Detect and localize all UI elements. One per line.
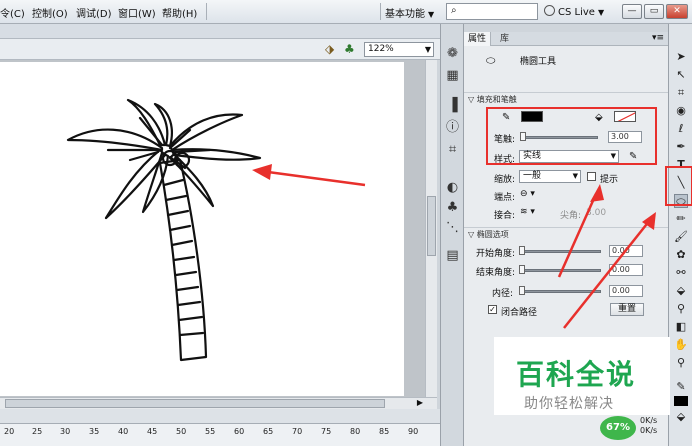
swatches-icon[interactable]: ▦ bbox=[445, 68, 460, 83]
tab-library[interactable]: 库 bbox=[496, 32, 513, 46]
close-button[interactable]: ✕ bbox=[666, 4, 688, 19]
timeline-strip bbox=[0, 409, 440, 423]
zoom-select[interactable]: 122% ▼ bbox=[364, 42, 434, 57]
zoom-value: 122% bbox=[368, 44, 394, 54]
info-icon[interactable]: ⓘ bbox=[445, 120, 460, 135]
ruler-label: 25 bbox=[32, 427, 43, 436]
selection-tool-icon[interactable]: ➤ bbox=[674, 50, 688, 64]
component-inspector-icon[interactable]: ♣ bbox=[445, 200, 460, 215]
search-icon: ⌕ bbox=[451, 5, 457, 16]
ruler-label: 55 bbox=[205, 427, 216, 436]
watermark: 百科全说 助你轻松解决 bbox=[494, 337, 670, 415]
3d-rotation-tool-icon[interactable]: ◉ bbox=[674, 104, 688, 118]
chevron-down-icon: ▼ bbox=[428, 10, 435, 19]
vertical-scrollbar[interactable] bbox=[425, 60, 437, 397]
scroll-thumb[interactable] bbox=[5, 399, 385, 408]
color-icon[interactable]: ❁ bbox=[445, 46, 460, 61]
lasso-tool-icon[interactable]: ℓ bbox=[674, 122, 688, 136]
behaviors-icon[interactable]: ⋱ bbox=[445, 220, 460, 235]
chevron-right-icon[interactable]: ▶ bbox=[417, 398, 423, 407]
minimize-button[interactable]: — bbox=[622, 4, 642, 19]
chevron-down-icon: ▼ bbox=[597, 8, 605, 17]
ruler-label: 80 bbox=[350, 427, 361, 436]
eyedropper-tool-icon[interactable]: ⚲ bbox=[674, 302, 688, 316]
movie-explorer-icon[interactable]: ▤ bbox=[445, 248, 460, 263]
timeline-ruler: 20 25 30 35 40 45 50 55 60 65 70 75 80 8… bbox=[0, 423, 440, 446]
paint-bucket-tool-icon[interactable]: ⬙ bbox=[674, 284, 688, 298]
zoom-tool-icon[interactable]: ⚲ bbox=[674, 356, 688, 370]
subselection-tool-icon[interactable]: ↖ bbox=[674, 68, 688, 82]
hand-tool-icon[interactable]: ✋ bbox=[674, 338, 688, 352]
ruler-label: 40 bbox=[118, 427, 129, 436]
ruler-label: 65 bbox=[263, 427, 274, 436]
ruler-label: 90 bbox=[408, 427, 419, 436]
highlight-box-oval-tool bbox=[665, 166, 692, 206]
stage-canvas[interactable] bbox=[0, 62, 404, 396]
stroke-color-icon[interactable]: ✎ bbox=[674, 380, 688, 394]
ruler-label: 85 bbox=[379, 427, 390, 436]
components-icon[interactable]: ◐ bbox=[445, 180, 460, 195]
ruler-label: 75 bbox=[321, 427, 332, 436]
ruler-label: 60 bbox=[234, 427, 245, 436]
tools-panel: ➤ ↖ ⌗ ◉ ℓ ✒ T ╲ ⬭ ✏ 🖌 ✿ ⚯ ⬙ ⚲ ◧ ✋ ⚲ ✎ ⬙ bbox=[665, 24, 692, 446]
ruler-label: 50 bbox=[176, 427, 187, 436]
edit-symbol-icon[interactable]: ⬗ bbox=[325, 42, 334, 56]
menu-separator bbox=[206, 3, 207, 20]
menu-bar: 令(C) 控制(O) 调试(D) 窗口(W) 帮助(H) 基本功能 ▼ ⌕ CS … bbox=[0, 0, 692, 24]
stroke-color-chip[interactable] bbox=[674, 396, 688, 406]
ruler-label: 45 bbox=[147, 427, 158, 436]
tab-properties[interactable]: 属性 bbox=[464, 32, 492, 46]
speed-readout: 0K/s 0K/s bbox=[640, 416, 657, 436]
cs-live-icon bbox=[544, 5, 555, 16]
menu-command[interactable]: 令(C) bbox=[0, 5, 25, 20]
speed-badge[interactable]: 67% bbox=[600, 416, 636, 440]
transform-icon[interactable]: ⌗ bbox=[445, 142, 460, 157]
ruler-label: 70 bbox=[292, 427, 303, 436]
bone-tool-icon[interactable]: ⚯ bbox=[674, 266, 688, 280]
watermark-title: 百科全说 bbox=[516, 358, 637, 391]
panel-menu-icon[interactable]: ▾≡ bbox=[652, 33, 664, 43]
scroll-thumb[interactable] bbox=[427, 196, 436, 256]
menu-separator bbox=[380, 3, 381, 20]
properties-tab-bar: 属性 库 ▾≡ bbox=[464, 32, 668, 46]
panel-icon-dock: ❁ ▦ ▐ ⓘ ⌗ ◐ ♣ ⋱ ▤ bbox=[440, 24, 464, 446]
workspace-switcher[interactable]: 基本功能 ▼ bbox=[385, 5, 434, 20]
annotation-arrows bbox=[557, 184, 656, 329]
upload-speed: 0K/s bbox=[640, 416, 658, 425]
menu-control[interactable]: 控制(O) bbox=[32, 5, 68, 20]
pencil-tool-icon[interactable]: ✏ bbox=[674, 212, 688, 226]
align-icon[interactable]: ▐ bbox=[445, 98, 460, 113]
cs-live-label: CS Live bbox=[558, 7, 595, 18]
palm-tree-drawing bbox=[66, 98, 366, 362]
document-tab-strip bbox=[0, 24, 440, 39]
workspace-label: 基本功能 bbox=[385, 9, 425, 20]
cs-live-button[interactable]: CS Live ▼ bbox=[544, 5, 604, 18]
eraser-tool-icon[interactable]: ◧ bbox=[674, 320, 688, 334]
ruler-label: 30 bbox=[60, 427, 71, 436]
fill-color-icon[interactable]: ⬙ bbox=[674, 410, 688, 424]
menu-help[interactable]: 帮助(H) bbox=[162, 5, 197, 20]
annotation-arrow bbox=[252, 164, 366, 187]
chevron-down-icon: ▼ bbox=[424, 45, 431, 54]
deco-tool-icon[interactable]: ✿ bbox=[674, 248, 688, 262]
ruler-label: 20 bbox=[4, 427, 15, 436]
edit-scene-icon[interactable]: ♣ bbox=[344, 42, 355, 56]
restore-button[interactable]: ▭ bbox=[644, 4, 664, 19]
menu-window[interactable]: 窗口(W) bbox=[118, 5, 156, 20]
download-speed: 0K/s bbox=[640, 426, 658, 435]
menu-debug[interactable]: 调试(D) bbox=[76, 5, 112, 20]
help-search-input[interactable]: ⌕ bbox=[446, 3, 538, 20]
pen-tool-icon[interactable]: ✒ bbox=[674, 140, 688, 154]
watermark-subtitle: 助你轻松解决 bbox=[524, 396, 614, 412]
free-transform-tool-icon[interactable]: ⌗ bbox=[674, 86, 688, 100]
edit-bar: ⬗ ♣ 122% ▼ bbox=[0, 39, 440, 60]
ruler-label: 35 bbox=[89, 427, 100, 436]
horizontal-scrollbar[interactable]: ▶ bbox=[0, 397, 437, 409]
brush-tool-icon[interactable]: 🖌 bbox=[674, 230, 688, 244]
